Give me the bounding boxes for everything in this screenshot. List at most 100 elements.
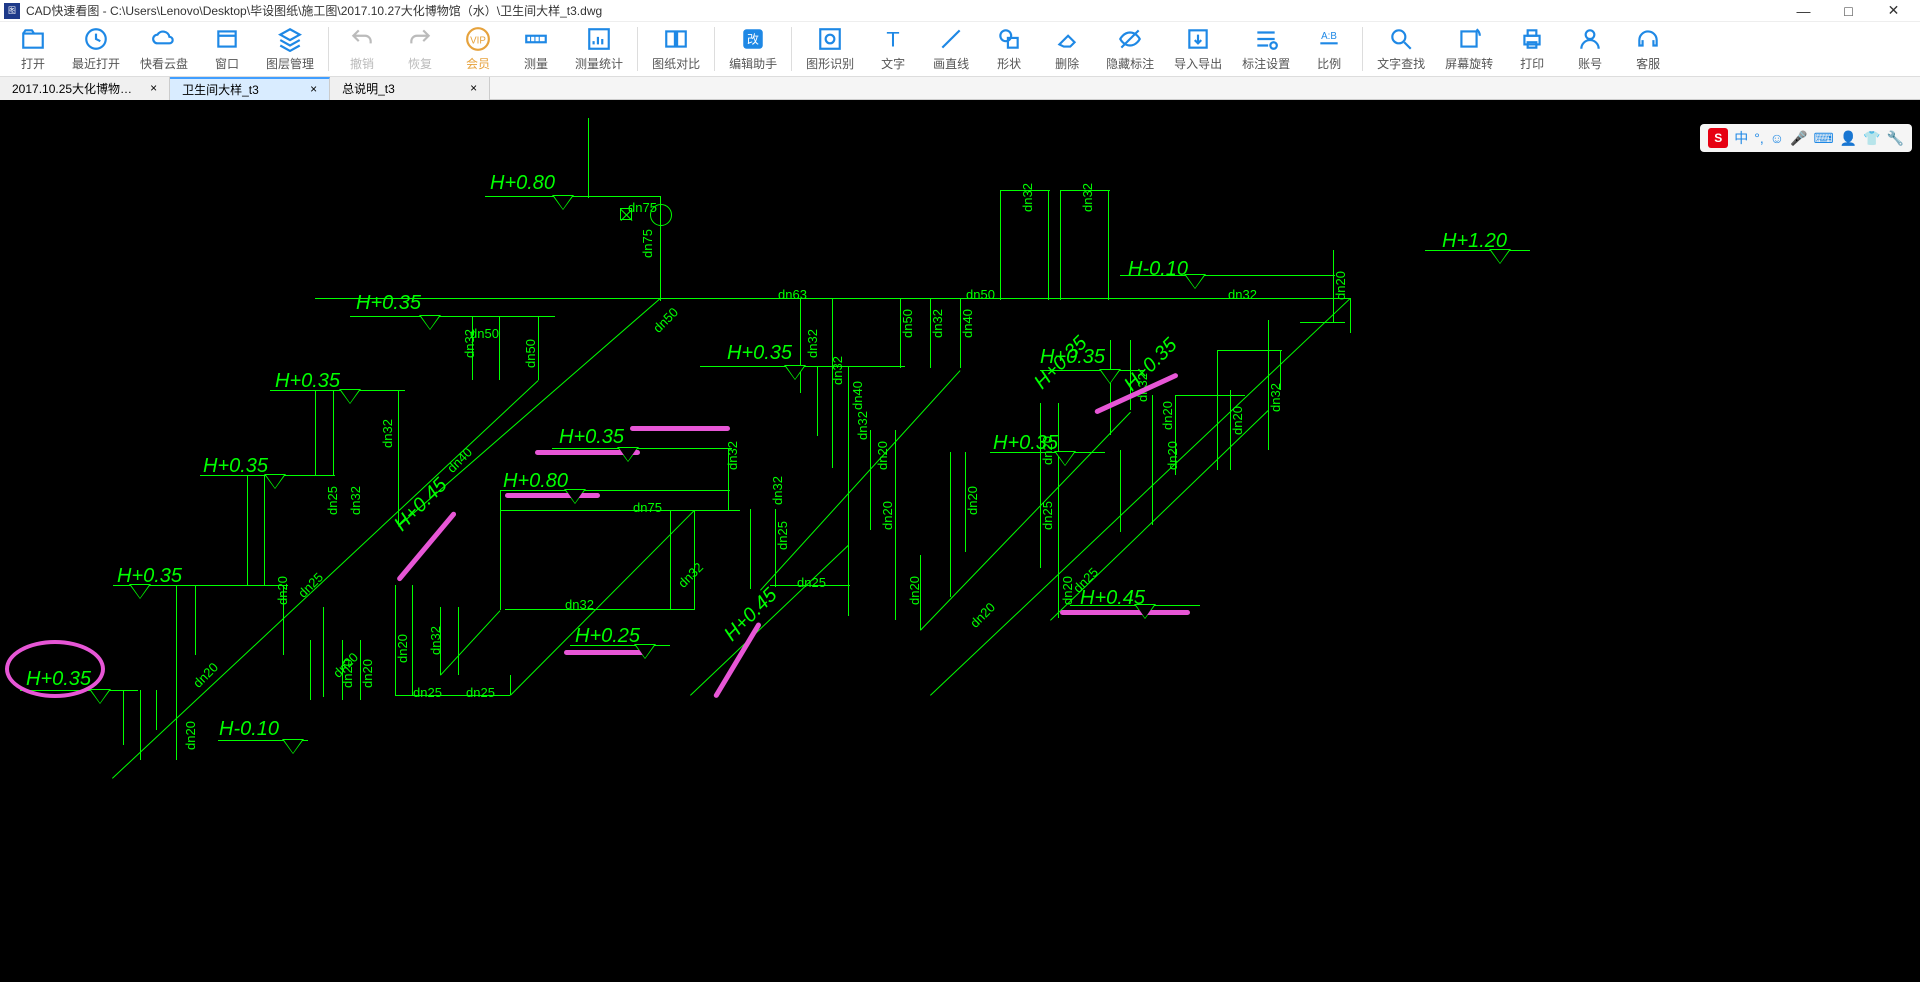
toolbar-label: 撤销 <box>350 55 374 72</box>
toolbar-text-button[interactable]: T文字 <box>864 24 922 74</box>
toolbar-line-button[interactable]: 画直线 <box>922 24 980 74</box>
toolbar-recent-button[interactable]: 最近打开 <box>62 24 130 74</box>
pipe-line <box>1120 450 1121 532</box>
tab-close-icon[interactable]: × <box>310 82 317 96</box>
shape-icon <box>996 26 1022 55</box>
toolbar-edit-button[interactable]: 改编辑助手 <box>719 24 787 74</box>
pipe-line <box>817 366 818 436</box>
toolbar-label: 客服 <box>1636 55 1660 72</box>
sogou-icon: S <box>1708 128 1728 148</box>
elevation-marker-icon <box>283 740 303 754</box>
pipe-size-label: dn25 <box>775 521 790 550</box>
ime-user-icon[interactable]: 👤 <box>1840 130 1857 147</box>
user-annotation-highlight <box>564 650 644 655</box>
toolbar-compare-button[interactable]: 图纸对比 <box>642 24 710 74</box>
pipe-size-label: dn32 <box>675 560 706 591</box>
io-icon <box>1185 26 1211 55</box>
elevation-marker-icon <box>553 196 573 210</box>
pipe-size-label: dn20 <box>875 441 890 470</box>
pipe-line <box>895 430 896 620</box>
open-icon <box>20 26 46 55</box>
pipe-size-label: dn32 <box>380 419 395 448</box>
toolbar-print-button[interactable]: 打印 <box>1503 24 1561 74</box>
close-button[interactable]: ✕ <box>1871 0 1916 22</box>
pipe-size-label: dn25 <box>295 570 326 601</box>
toolbar-label: 快看云盘 <box>140 55 188 72</box>
pipe-line <box>750 509 751 589</box>
pipe-size-label: dn20 <box>1165 441 1180 470</box>
toolbar-recog-button[interactable]: 图形识别 <box>796 24 864 74</box>
pipe-line <box>350 316 555 317</box>
minimize-button[interactable]: — <box>1781 0 1826 22</box>
toolbar-window-button[interactable]: 窗口 <box>198 24 256 74</box>
ime-keyboard-icon[interactable]: ⌨ <box>1813 130 1833 147</box>
maximize-button[interactable]: □ <box>1826 0 1871 22</box>
pipe-size-label: dn25 <box>325 486 340 515</box>
annset-icon <box>1253 26 1279 55</box>
ime-skin-icon[interactable]: 👕 <box>1863 130 1880 147</box>
pipe-size-label: dn32 <box>855 411 870 440</box>
valve-icon <box>650 204 672 226</box>
toolbar-find-button[interactable]: 文字查找 <box>1367 24 1435 74</box>
toolbar-rotate-button[interactable]: 屏幕旋转 <box>1435 24 1503 74</box>
ime-toolbar[interactable]: S 中 °, ☺ 🎤 ⌨ 👤 👕 🔧 <box>1700 124 1912 152</box>
pipe-size-label: dn20 <box>275 576 290 605</box>
toolbar-mstats-button[interactable]: 测量统计 <box>565 24 633 74</box>
pipe-line <box>1000 190 1001 300</box>
toolbar-shape-button[interactable]: 形状 <box>980 24 1038 74</box>
toolbar-vip-button[interactable]: VIP会员 <box>449 24 507 74</box>
recent-icon <box>83 26 109 55</box>
tab-close-icon[interactable]: × <box>470 81 477 95</box>
account-icon <box>1577 26 1603 55</box>
tab-0[interactable]: 2017.10.25大化博物…× <box>0 77 170 100</box>
user-annotation-highlight <box>1060 610 1190 615</box>
svg-text:改: 改 <box>747 32 759 46</box>
elevation-label: H-0.10 <box>1128 258 1188 281</box>
pipe-line <box>333 390 334 475</box>
toolbar-label: 恢复 <box>408 55 432 72</box>
tab-close-icon[interactable]: × <box>150 81 157 95</box>
tab-1[interactable]: 卫生间大样_t3× <box>170 77 330 100</box>
pipe-size-label: dn20 <box>395 634 410 663</box>
elevation-marker-icon <box>90 690 110 704</box>
toolbar-scale-button[interactable]: A:B比例 <box>1300 24 1358 74</box>
toolbar-hide-button[interactable]: 隐藏标注 <box>1096 24 1164 74</box>
ime-mode[interactable]: 中 <box>1734 128 1748 148</box>
pipe-line <box>670 510 671 610</box>
titlebar: 图 CAD快速看图 - C:\Users\Lenovo\Desktop\毕设图纸… <box>0 0 1920 22</box>
toolbar-label: 形状 <box>997 55 1021 72</box>
toolbar-label: 测量 <box>524 55 548 72</box>
pipe-size-label: dn20 <box>907 576 922 605</box>
tab-2[interactable]: 总说明_t3× <box>330 77 490 100</box>
toolbar-account-button[interactable]: 账号 <box>1561 24 1619 74</box>
toolbar-label: 图纸对比 <box>652 55 700 72</box>
pipe-size-label: dn20 <box>1040 436 1055 465</box>
pipe-size-label: dn32 <box>1020 183 1035 212</box>
toolbar-undo-button[interactable]: 撤销 <box>333 24 391 74</box>
pipe-size-label: dn20 <box>967 600 998 631</box>
elevation-marker-icon <box>1100 370 1120 384</box>
elevation-label: H+0.80 <box>503 470 568 493</box>
toolbar-layer-button[interactable]: 图层管理 <box>256 24 324 74</box>
drawing-canvas[interactable]: H+0.80dn75dn75dn63dn50dn32H+1.20H-0.10dn… <box>0 100 1920 982</box>
toolbar-label: 会员 <box>466 55 490 72</box>
ime-voice-icon[interactable]: 🎤 <box>1790 130 1807 147</box>
toolbar-label: 比例 <box>1317 55 1341 72</box>
compare-icon <box>663 26 689 55</box>
toolbar-erase-button[interactable]: 删除 <box>1038 24 1096 74</box>
toolbar-cloud-button[interactable]: 快看云盘 <box>130 24 198 74</box>
toolbar-help-button[interactable]: 客服 <box>1619 24 1677 74</box>
ime-tools-icon[interactable]: 🔧 <box>1887 130 1904 147</box>
print-icon <box>1519 26 1545 55</box>
tab-strip: 2017.10.25大化博物…×卫生间大样_t3×总说明_t3× <box>0 77 1920 100</box>
toolbar-io-button[interactable]: 导入导出 <box>1164 24 1232 74</box>
toolbar-label: 测量统计 <box>575 55 623 72</box>
toolbar-measure-button[interactable]: 测量 <box>507 24 565 74</box>
ime-punct-icon[interactable]: °, <box>1754 130 1764 146</box>
pipe-line <box>1175 395 1245 396</box>
pipe-size-label: dn25 <box>1040 501 1055 530</box>
toolbar-open-button[interactable]: 打开 <box>4 24 62 74</box>
toolbar-redo-button[interactable]: 恢复 <box>391 24 449 74</box>
ime-emoji-icon[interactable]: ☺ <box>1770 130 1784 146</box>
toolbar-annset-button[interactable]: 标注设置 <box>1232 24 1300 74</box>
